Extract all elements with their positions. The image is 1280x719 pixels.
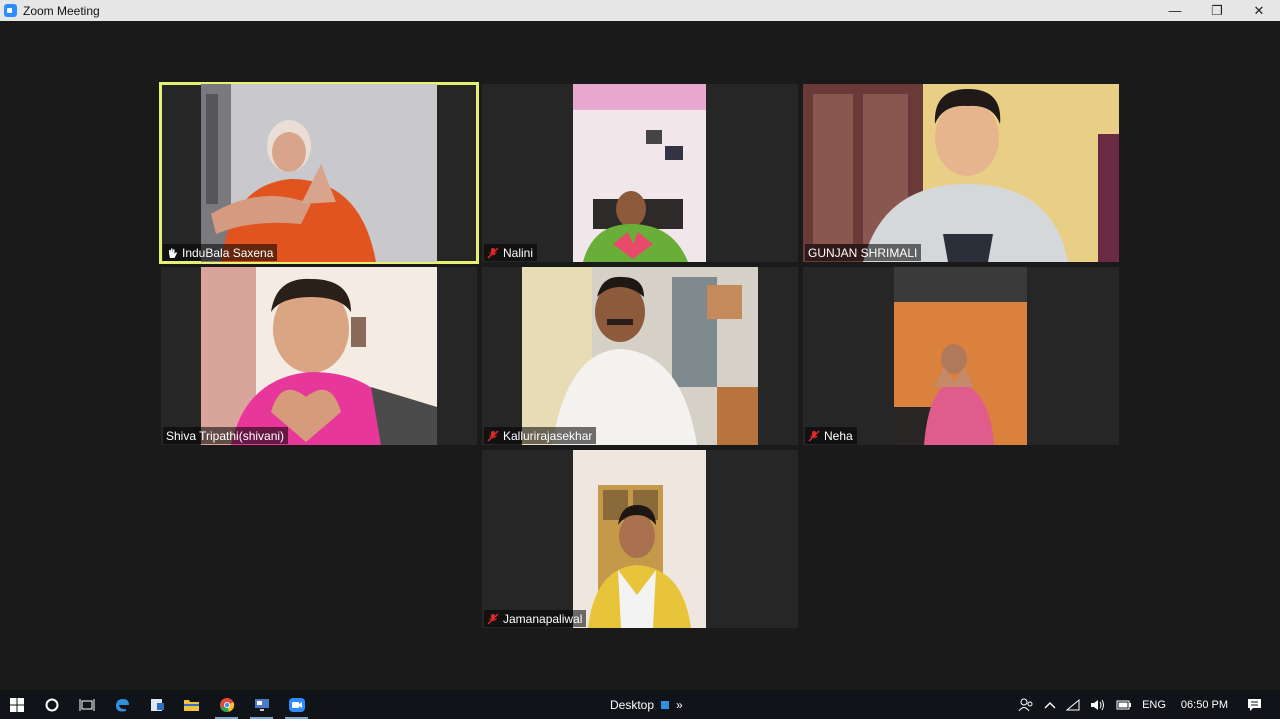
system-tray: ENG 06:50 PM: [1013, 690, 1280, 719]
zoom-taskbar-button[interactable]: [279, 690, 314, 719]
cortana-button[interactable]: [34, 690, 69, 719]
participant-video: [573, 450, 706, 628]
participant-tile[interactable]: Kallurirajasekhar: [482, 267, 798, 445]
people-button[interactable]: [1018, 698, 1034, 712]
mail-app-button[interactable]: [139, 690, 174, 719]
participant-video: [894, 267, 1027, 445]
chrome-button[interactable]: [209, 690, 244, 719]
participant-name: Kallurirajasekhar: [503, 428, 593, 443]
start-button[interactable]: [0, 690, 34, 719]
remote-desktop-button[interactable]: [244, 690, 279, 719]
show-hidden-icons-button[interactable]: [1044, 700, 1056, 710]
participant-video: [201, 267, 437, 445]
participant-name-label: Jamanapaliwal: [484, 610, 587, 627]
zoom-icon: [288, 697, 305, 712]
language-indicator[interactable]: ENG: [1142, 699, 1166, 711]
participant-name-label: Kallurirajasekhar: [484, 427, 597, 444]
gallery-view: InduBala Saxena Nalini GUNJAN SHRIMALI S…: [0, 21, 1280, 690]
toolbar-overflow[interactable]: »: [676, 698, 683, 712]
participant-tile[interactable]: GUNJAN SHRIMALI: [803, 84, 1119, 262]
folder-icon: [184, 699, 199, 711]
task-view-button[interactable]: [69, 690, 104, 719]
participant-video: [201, 84, 437, 262]
participant-name: Neha: [824, 428, 853, 443]
chrome-icon: [219, 697, 234, 712]
mic-muted-icon: [487, 613, 499, 625]
restore-button[interactable]: ❐: [1196, 0, 1238, 21]
participant-name-label: GUNJAN SHRIMALI: [805, 244, 922, 261]
taskbar: Desktop » ENG 06:50 PM: [0, 690, 1280, 719]
network-button[interactable]: [1066, 698, 1080, 711]
participant-tile[interactable]: Nalini: [482, 84, 798, 262]
participant-name: GUNJAN SHRIMALI: [808, 245, 918, 260]
participant-name-label: Neha: [805, 427, 857, 444]
participant-video: [573, 84, 706, 262]
mic-muted-icon: [487, 430, 499, 442]
participant-tile[interactable]: InduBala Saxena: [159, 82, 479, 264]
restore-icon: ❐: [1211, 2, 1223, 18]
notes-icon: [150, 698, 164, 711]
battery-button[interactable]: [1116, 700, 1132, 710]
window-title: Zoom Meeting: [23, 3, 100, 18]
wifi-icon: [1066, 698, 1080, 710]
participant-name-label: Shiva Tripathi(shivani): [163, 427, 289, 444]
windows-icon: [10, 697, 24, 712]
participant-video: [803, 84, 1119, 262]
onedrive-icon: [661, 700, 670, 709]
participant-name-label: InduBala Saxena: [163, 244, 278, 261]
notification-icon: [1248, 698, 1261, 711]
title-bar: Zoom Meeting — ❐ ✕: [0, 0, 1280, 21]
task-view-icon: [79, 698, 94, 711]
circle-icon: [45, 698, 58, 711]
participant-name: Nalini: [503, 245, 534, 260]
edge-browser-button[interactable]: [104, 690, 139, 719]
close-button[interactable]: ✕: [1238, 0, 1280, 21]
participant-tile[interactable]: Jamanapaliwal: [482, 450, 798, 628]
file-explorer-button[interactable]: [174, 690, 209, 719]
people-icon: [1018, 698, 1033, 711]
speaker-icon: [1091, 699, 1105, 710]
mic-muted-icon: [487, 247, 499, 259]
action-center-button[interactable]: [1247, 698, 1262, 712]
window-controls: — ❐ ✕: [1154, 0, 1280, 21]
desktop-toolbar[interactable]: Desktop »: [610, 690, 683, 719]
desktop-label: Desktop: [610, 697, 655, 712]
mic-muted-icon: [808, 430, 820, 442]
participant-name: Shiva Tripathi(shivani): [166, 428, 285, 443]
participant-name-label: Nalini: [484, 244, 538, 261]
battery-icon: [1116, 700, 1132, 709]
minimize-button[interactable]: —: [1154, 0, 1196, 21]
monitor-icon: [254, 698, 269, 711]
minimize-icon: —: [1168, 3, 1182, 18]
volume-button[interactable]: [1090, 698, 1106, 712]
edge-icon: [115, 698, 129, 711]
participant-video: [522, 267, 758, 445]
participant-name: InduBala Saxena: [182, 245, 274, 260]
close-icon: ✕: [1253, 2, 1265, 18]
hand-raised-icon: [166, 247, 178, 259]
clock[interactable]: 06:50 PM: [1181, 699, 1228, 711]
zoom-app-icon: [4, 4, 17, 17]
chevron-up-icon: [1044, 701, 1056, 708]
participant-name: Jamanapaliwal: [503, 611, 583, 626]
participant-tile[interactable]: Neha: [803, 267, 1119, 445]
participant-tile[interactable]: Shiva Tripathi(shivani): [161, 267, 477, 445]
